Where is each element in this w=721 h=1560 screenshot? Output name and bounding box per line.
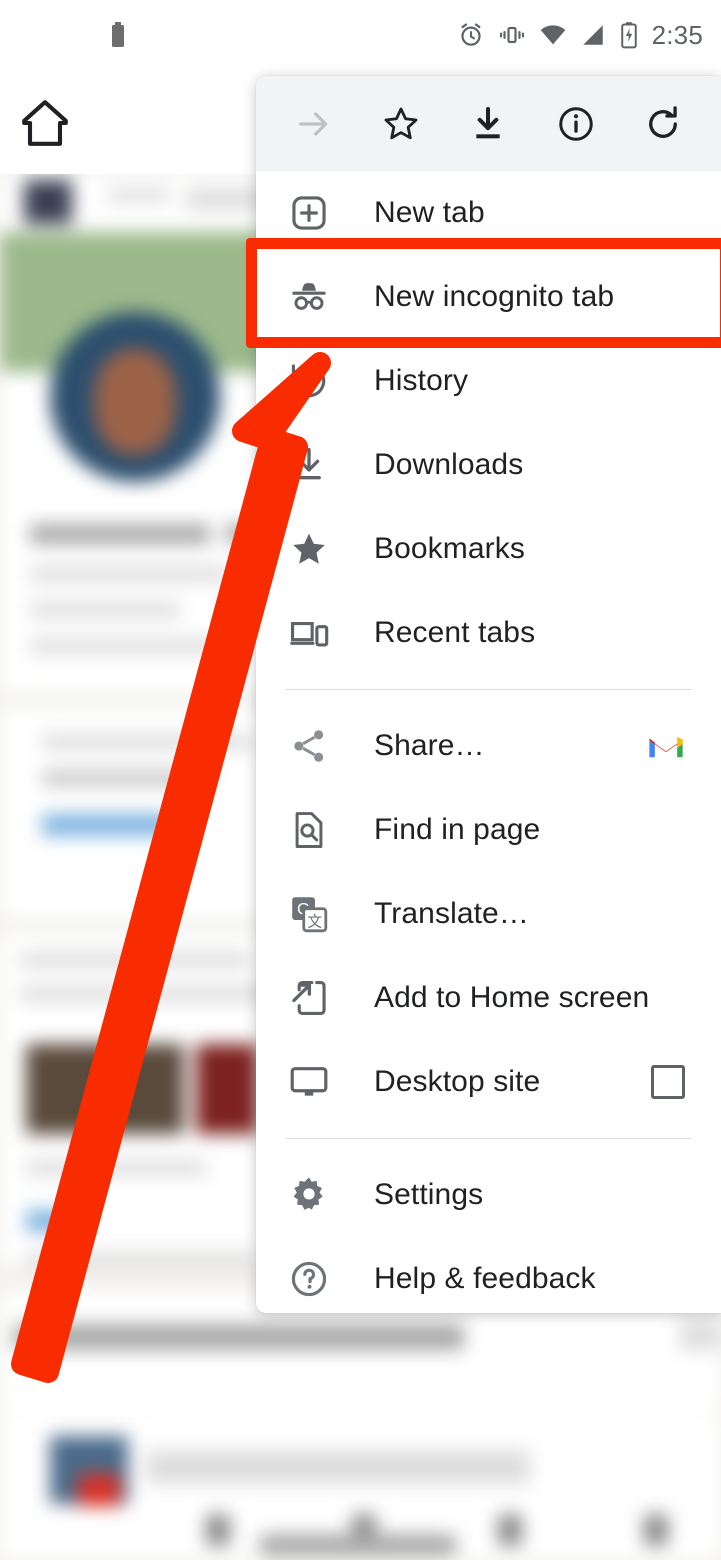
menu-item-label: History xyxy=(374,364,469,397)
menu-item-share[interactable]: Share… xyxy=(256,704,721,788)
menu-item-new-incognito-tab[interactable]: New incognito tab xyxy=(256,255,721,339)
menu-item-help-and-feedback[interactable]: Help & feedback xyxy=(256,1237,721,1313)
svg-text:文: 文 xyxy=(307,913,322,930)
star-filled-icon xyxy=(286,526,332,572)
find-in-page-icon xyxy=(286,807,332,853)
new-tab-icon xyxy=(286,190,332,236)
page-info-icon[interactable] xyxy=(545,93,607,155)
reload-icon[interactable] xyxy=(632,93,694,155)
incognito-icon xyxy=(286,274,332,320)
signal-icon xyxy=(582,25,603,45)
menu-item-translate[interactable]: G 文 Translate… xyxy=(256,872,721,956)
menu-quick-actions-toolbar xyxy=(256,76,721,171)
menu-item-label: Desktop site xyxy=(374,1065,541,1098)
checkbox-unchecked-icon xyxy=(651,1065,685,1099)
menu-item-downloads[interactable]: Downloads xyxy=(256,423,721,507)
alarm-icon xyxy=(460,23,481,46)
menu-item-label: Bookmarks xyxy=(374,532,525,565)
menu-item-label: Find in page xyxy=(374,813,541,846)
wifi-icon xyxy=(540,25,565,45)
menu-item-bookmarks[interactable]: Bookmarks xyxy=(256,507,721,591)
battery-charging-icon xyxy=(620,22,637,49)
menu-item-add-to-home-screen[interactable]: Add to Home screen xyxy=(256,956,721,1040)
bookmark-star-icon[interactable] xyxy=(370,93,432,155)
menu-item-label: Help & feedback xyxy=(374,1262,596,1295)
desktop-site-checkbox[interactable] xyxy=(651,1065,685,1099)
menu-item-label: Recent tabs xyxy=(374,616,536,649)
menu-item-label: Add to Home screen xyxy=(374,981,650,1014)
menu-item-label: Downloads xyxy=(374,448,524,481)
phone-screen: 2:35 linkedin.c xyxy=(0,0,721,1560)
status-bar-left-icons xyxy=(110,22,126,48)
forward-icon[interactable] xyxy=(283,93,345,155)
menu-item-find-in-page[interactable]: Find in page xyxy=(256,788,721,872)
menu-item-label: Translate… xyxy=(374,897,529,930)
download-icon[interactable] xyxy=(457,93,519,155)
status-bar: 2:35 xyxy=(0,0,721,72)
menu-item-new-tab[interactable]: New tab xyxy=(256,171,721,255)
vibrate-icon xyxy=(499,26,524,44)
history-icon xyxy=(286,358,332,404)
menu-item-label: New incognito tab xyxy=(374,280,615,313)
gmail-icon[interactable] xyxy=(647,731,685,761)
add-to-home-icon xyxy=(286,975,332,1021)
status-bar-right-icons: 2:35 xyxy=(457,21,703,49)
battery-notification-icon xyxy=(112,22,124,47)
chrome-overflow-menu[interactable]: New tab New incognito tab History Downlo… xyxy=(256,76,721,1313)
menu-item-label: New tab xyxy=(374,196,485,229)
help-icon xyxy=(286,1256,332,1302)
menu-item-settings[interactable]: Settings xyxy=(256,1153,721,1237)
desktop-site-icon xyxy=(286,1059,332,1105)
menu-divider-2 xyxy=(286,1138,691,1139)
menu-item-recent-tabs[interactable]: Recent tabs xyxy=(256,591,721,675)
menu-item-label: Share… xyxy=(374,729,485,762)
share-icon xyxy=(286,723,332,769)
menu-item-desktop-site[interactable]: Desktop site xyxy=(256,1040,721,1124)
home-icon[interactable] xyxy=(16,94,74,152)
gear-icon xyxy=(286,1172,332,1218)
menu-divider-1 xyxy=(286,689,691,690)
translate-icon: G 文 xyxy=(286,891,332,937)
menu-items-list: New tab New incognito tab History Downlo… xyxy=(256,171,721,1313)
menu-item-label: Settings xyxy=(374,1178,484,1211)
menu-item-history[interactable]: History xyxy=(256,339,721,423)
recent-tabs-icon xyxy=(286,610,332,656)
download-icon xyxy=(286,442,332,488)
status-bar-clock: 2:35 xyxy=(651,20,703,50)
